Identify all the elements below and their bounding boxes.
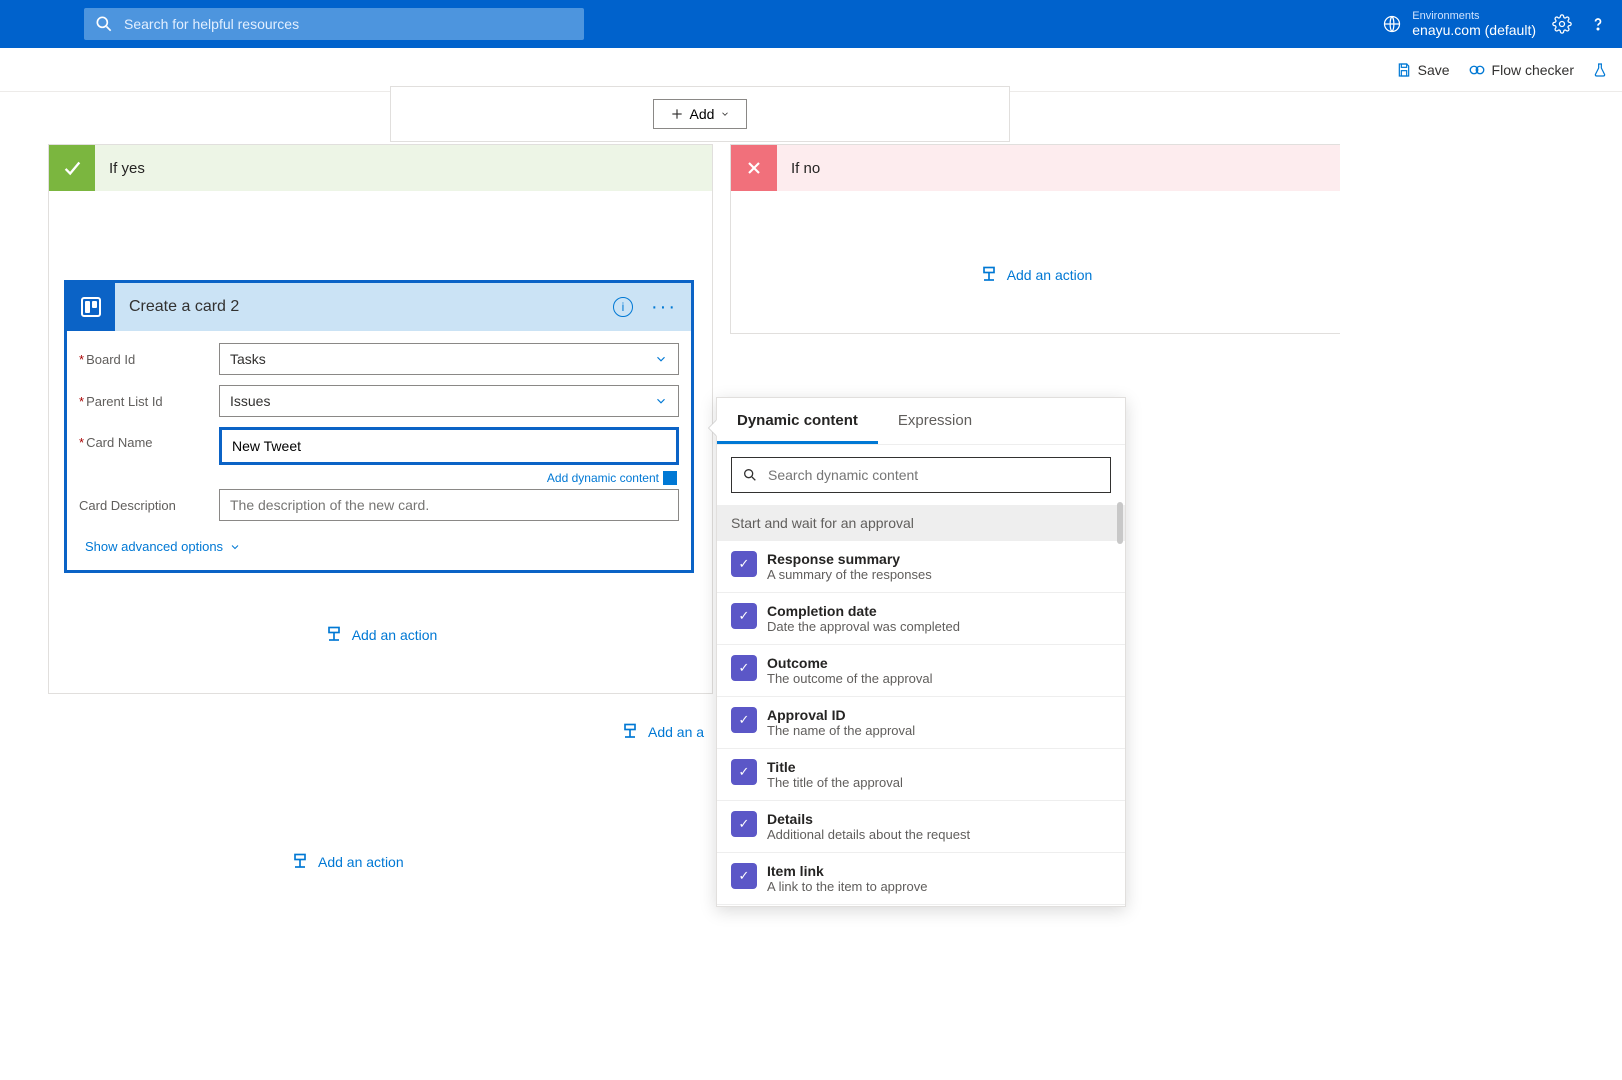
- approval-icon: ✓: [731, 655, 757, 681]
- chevron-down-icon: [654, 352, 668, 366]
- approval-icon: ✓: [731, 603, 757, 629]
- popover-section-header: Start and wait for an approval: [717, 505, 1125, 541]
- chevron-down-icon: [720, 109, 730, 119]
- popover-tabs: Dynamic content Expression: [717, 398, 1125, 445]
- top-bar: Environments enayu.com (default): [0, 0, 1622, 48]
- parent-list-label: Parent List Id: [79, 394, 219, 409]
- close-icon: [731, 145, 777, 191]
- approval-icon: ✓: [731, 759, 757, 785]
- dynamic-item[interactable]: ✓ DetailsAdditional details about the re…: [717, 801, 1125, 853]
- dynamic-item[interactable]: ✓ Response summaryA summary of the respo…: [717, 541, 1125, 593]
- global-search-input[interactable]: [124, 16, 574, 32]
- search-icon: [94, 14, 114, 34]
- test-button[interactable]: [1592, 62, 1608, 78]
- scrollbar-thumb[interactable]: [1117, 502, 1123, 544]
- info-icon[interactable]: i: [613, 297, 633, 317]
- condition-card: Add: [390, 86, 1010, 142]
- approval-icon: ✓: [731, 551, 757, 577]
- add-dynamic-content-link[interactable]: Add dynamic content: [547, 471, 677, 485]
- board-id-select[interactable]: Tasks: [219, 343, 679, 375]
- insert-step-icon: [979, 265, 999, 285]
- save-button[interactable]: Save: [1396, 62, 1450, 78]
- dynamic-item[interactable]: ✓ OutcomeThe outcome of the approval: [717, 645, 1125, 697]
- card-name-input[interactable]: [219, 427, 679, 465]
- card-desc-input[interactable]: The description of the new card.: [219, 489, 679, 521]
- global-search[interactable]: [84, 8, 584, 40]
- card-name-label: Card Name: [79, 427, 219, 450]
- tab-dynamic-content[interactable]: Dynamic content: [717, 398, 878, 444]
- flow-checker-button[interactable]: Flow checker: [1468, 61, 1574, 79]
- globe-icon: [1382, 14, 1402, 34]
- dynamic-search-input[interactable]: [768, 467, 1100, 483]
- action-header[interactable]: Create a card 2 i ···: [67, 283, 691, 331]
- tab-expression[interactable]: Expression: [878, 398, 992, 444]
- dynamic-item[interactable]: ✓ TitleThe title of the approval: [717, 749, 1125, 801]
- card-desc-label: Card Description: [79, 498, 219, 513]
- dynamic-item[interactable]: ✓ Approval IDThe name of the approval: [717, 697, 1125, 749]
- settings-icon[interactable]: [1552, 14, 1572, 34]
- env-label: Environments: [1412, 10, 1536, 23]
- approval-icon: ✓: [731, 707, 757, 733]
- dynamic-item[interactable]: ✓ Item linkA link to the item to approve: [717, 853, 1125, 905]
- dynamic-search[interactable]: [731, 457, 1111, 493]
- add-action-bottom[interactable]: Add an action: [290, 852, 404, 872]
- branch-no: If no Add an action: [730, 144, 1340, 334]
- plus-icon: [670, 107, 684, 121]
- branch-yes-header[interactable]: If yes: [49, 145, 712, 191]
- add-condition-button[interactable]: Add: [653, 99, 748, 129]
- trello-icon: [67, 283, 115, 331]
- insert-step-icon: [290, 852, 310, 872]
- insert-step-icon: [620, 722, 640, 742]
- approval-icon: ✓: [731, 811, 757, 837]
- dynamic-item[interactable]: ✓ Completion dateDate the approval was c…: [717, 593, 1125, 645]
- approval-icon: ✓: [731, 863, 757, 889]
- check-icon: [49, 145, 95, 191]
- action-create-card: Create a card 2 i ··· Board Id Tasks Par…: [64, 280, 694, 573]
- board-id-label: Board Id: [79, 352, 219, 367]
- flask-icon: [1592, 62, 1608, 78]
- dynamic-items-list: ✓ Response summaryA summary of the respo…: [717, 541, 1125, 906]
- help-icon[interactable]: [1588, 14, 1608, 34]
- add-action-yes[interactable]: Add an action: [49, 625, 712, 645]
- dynamic-content-popover: Dynamic content Expression Start and wai…: [716, 397, 1126, 907]
- save-icon: [1396, 62, 1412, 78]
- checker-icon: [1468, 61, 1486, 79]
- branch-no-header[interactable]: If no: [731, 145, 1340, 191]
- parent-list-select[interactable]: Issues: [219, 385, 679, 417]
- chevron-down-icon: [654, 394, 668, 408]
- chevron-down-icon: [229, 541, 241, 553]
- dynamic-content-icon: [663, 471, 677, 485]
- environment-picker[interactable]: Environments enayu.com (default): [1382, 10, 1536, 39]
- add-action-after-condition[interactable]: Add an a: [620, 722, 704, 742]
- search-icon: [742, 467, 758, 483]
- branch-yes: If yes Create a card 2 i ··· Board Id Ta…: [48, 144, 713, 694]
- show-advanced-link[interactable]: Show advanced options: [85, 539, 679, 554]
- env-name: enayu.com (default): [1412, 22, 1536, 38]
- add-action-no[interactable]: Add an action: [731, 265, 1340, 285]
- dynamic-item[interactable]: ✓ Item link description: [717, 905, 1125, 906]
- insert-step-icon: [324, 625, 344, 645]
- flow-canvas: Add If yes Create a card 2 i ···: [0, 92, 1622, 1080]
